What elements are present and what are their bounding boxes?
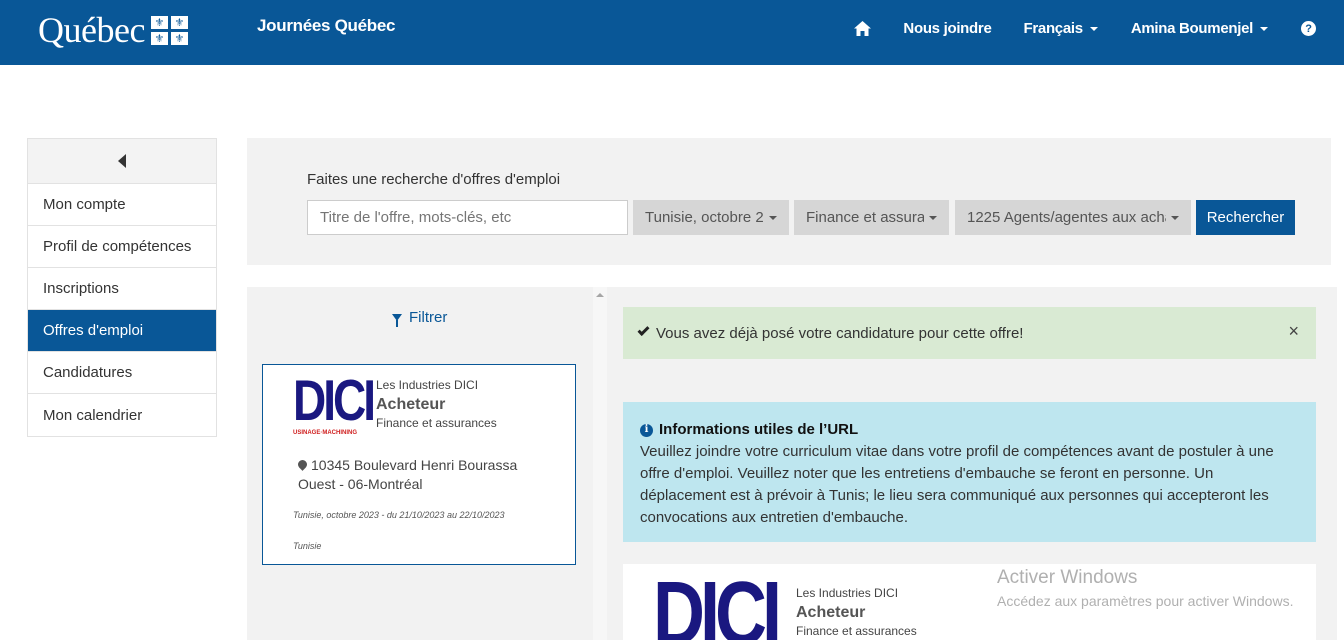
main-nav: Nous joindre Français Amina Boumenjel ? xyxy=(854,0,1344,57)
results-scrollbar[interactable] xyxy=(593,287,607,640)
map-marker-icon xyxy=(296,458,309,471)
sidebar-item-inscriptions[interactable]: Inscriptions xyxy=(28,268,216,310)
watermark-title: Activer Windows xyxy=(997,567,1138,588)
company-logo: DICI xyxy=(653,574,783,640)
info-icon: i xyxy=(640,423,653,437)
info-alert: i Informations utiles de l’URL Veuillez … xyxy=(623,402,1316,542)
job-company: Les Industries DICI xyxy=(796,586,899,600)
help-button[interactable]: ? xyxy=(1301,21,1316,36)
chevron-down-icon xyxy=(929,215,937,220)
contact-link[interactable]: Nous joindre xyxy=(903,20,991,37)
sidebar: Mon compte Profil de compétences Inscrip… xyxy=(27,138,217,437)
chevron-down-icon xyxy=(1089,26,1098,31)
user-name: Amina Boumenjel xyxy=(1130,20,1253,37)
chevron-left-icon xyxy=(118,154,126,168)
sidebar-item-candidatures[interactable]: Candidatures xyxy=(28,352,216,394)
job-address: 10345 Boulevard Henri Bourassa Ouest - 0… xyxy=(296,456,548,494)
watermark-subtitle: Accédez aux paramètres pour activer Wind… xyxy=(997,593,1294,609)
sidebar-item-profil-competences[interactable]: Profil de compétences xyxy=(28,226,216,268)
success-alert: Vous avez déjà posé votre candidature po… xyxy=(623,307,1316,359)
search-input[interactable] xyxy=(307,200,628,235)
job-company: Les Industries DICI xyxy=(376,378,479,392)
job-title: Acheteur xyxy=(796,604,866,621)
contact-label: Nous joindre xyxy=(903,20,992,37)
top-navbar: Québec ⚜ ⚜ ⚜ ⚜ Journées Québec Nous joindr… xyxy=(0,0,1344,65)
search-heading: Faites une recherche d'offres d'emploi xyxy=(307,171,561,188)
search-button[interactable]: Rechercher xyxy=(1196,200,1295,235)
scroll-up-arrow-icon[interactable] xyxy=(596,293,604,297)
job-category: Finance et assurances xyxy=(376,416,497,430)
info-title: Informations utiles de l’URL xyxy=(659,421,859,438)
quebec-logo[interactable]: Québec ⚜ ⚜ ⚜ ⚜ xyxy=(38,10,188,50)
home-icon xyxy=(854,21,872,36)
sector-filter-value: Finance et assurances xyxy=(806,209,924,226)
filter-icon xyxy=(392,314,402,327)
chevron-down-icon xyxy=(1260,26,1268,31)
sector-filter-dropdown[interactable]: Finance et assurances xyxy=(794,200,949,235)
app-title[interactable]: Journées Québec xyxy=(257,16,395,36)
job-card[interactable]: DICI USINAGE·MACHINING Les Industries DI… xyxy=(262,364,576,565)
success-message: Vous avez déjà posé votre candidature po… xyxy=(656,324,1024,342)
job-event-dates: Tunisie, octobre 2023 - du 21/10/2023 au… xyxy=(293,510,505,520)
logo-wordmark: Québec xyxy=(38,10,145,50)
company-logo: DICI USINAGE·MACHINING xyxy=(293,371,376,445)
close-alert-button[interactable]: × xyxy=(1288,322,1299,340)
info-heading: i Informations utiles de l’URL xyxy=(640,419,1299,441)
job-filter-dropdown[interactable]: 1225 Agents/agentes aux achats xyxy=(955,200,1191,235)
event-filter-value: Tunisie, octobre 2023 xyxy=(645,209,764,226)
filter-label: Filtrer xyxy=(409,309,448,326)
language-dropdown[interactable]: Français xyxy=(1024,20,1098,37)
job-title: Acheteur xyxy=(376,396,446,413)
check-icon xyxy=(637,323,650,337)
job-country: Tunisie xyxy=(293,541,322,551)
info-body: Veuillez joindre votre curriculum vitae … xyxy=(640,443,1274,526)
results-list: Filtrer DICI USINAGE·MACHINING Les Indus… xyxy=(247,287,593,640)
event-filter-dropdown[interactable]: Tunisie, octobre 2023 xyxy=(633,200,789,235)
filter-button[interactable]: Filtrer xyxy=(392,309,448,327)
language-label: Français xyxy=(1023,20,1084,37)
chevron-down-icon xyxy=(769,215,777,220)
windows-activation-watermark: Activer Windows Accédez aux paramètres p… xyxy=(997,567,1293,609)
sidebar-item-offres-emploi[interactable]: Offres d'emploi xyxy=(28,310,216,352)
home-button[interactable] xyxy=(854,21,872,36)
collapse-sidebar-button[interactable] xyxy=(28,139,216,184)
job-category: Finance et assurances xyxy=(796,624,917,638)
job-filter-value: 1225 Agents/agentes aux achats xyxy=(967,209,1166,226)
sidebar-item-mon-compte[interactable]: Mon compte xyxy=(28,184,216,226)
user-menu[interactable]: Amina Boumenjel xyxy=(1131,20,1268,37)
job-address-text: 10345 Boulevard Henri Bourassa Ouest - 0… xyxy=(298,457,518,492)
fleur-de-lis-icon: ⚜ ⚜ ⚜ ⚜ xyxy=(150,15,188,45)
chevron-down-icon xyxy=(1171,215,1179,220)
help-icon: ? xyxy=(1301,21,1316,36)
job-search-panel: Faites une recherche d'offres d'emploi T… xyxy=(247,138,1331,265)
sidebar-item-mon-calendrier[interactable]: Mon calendrier xyxy=(28,394,216,436)
